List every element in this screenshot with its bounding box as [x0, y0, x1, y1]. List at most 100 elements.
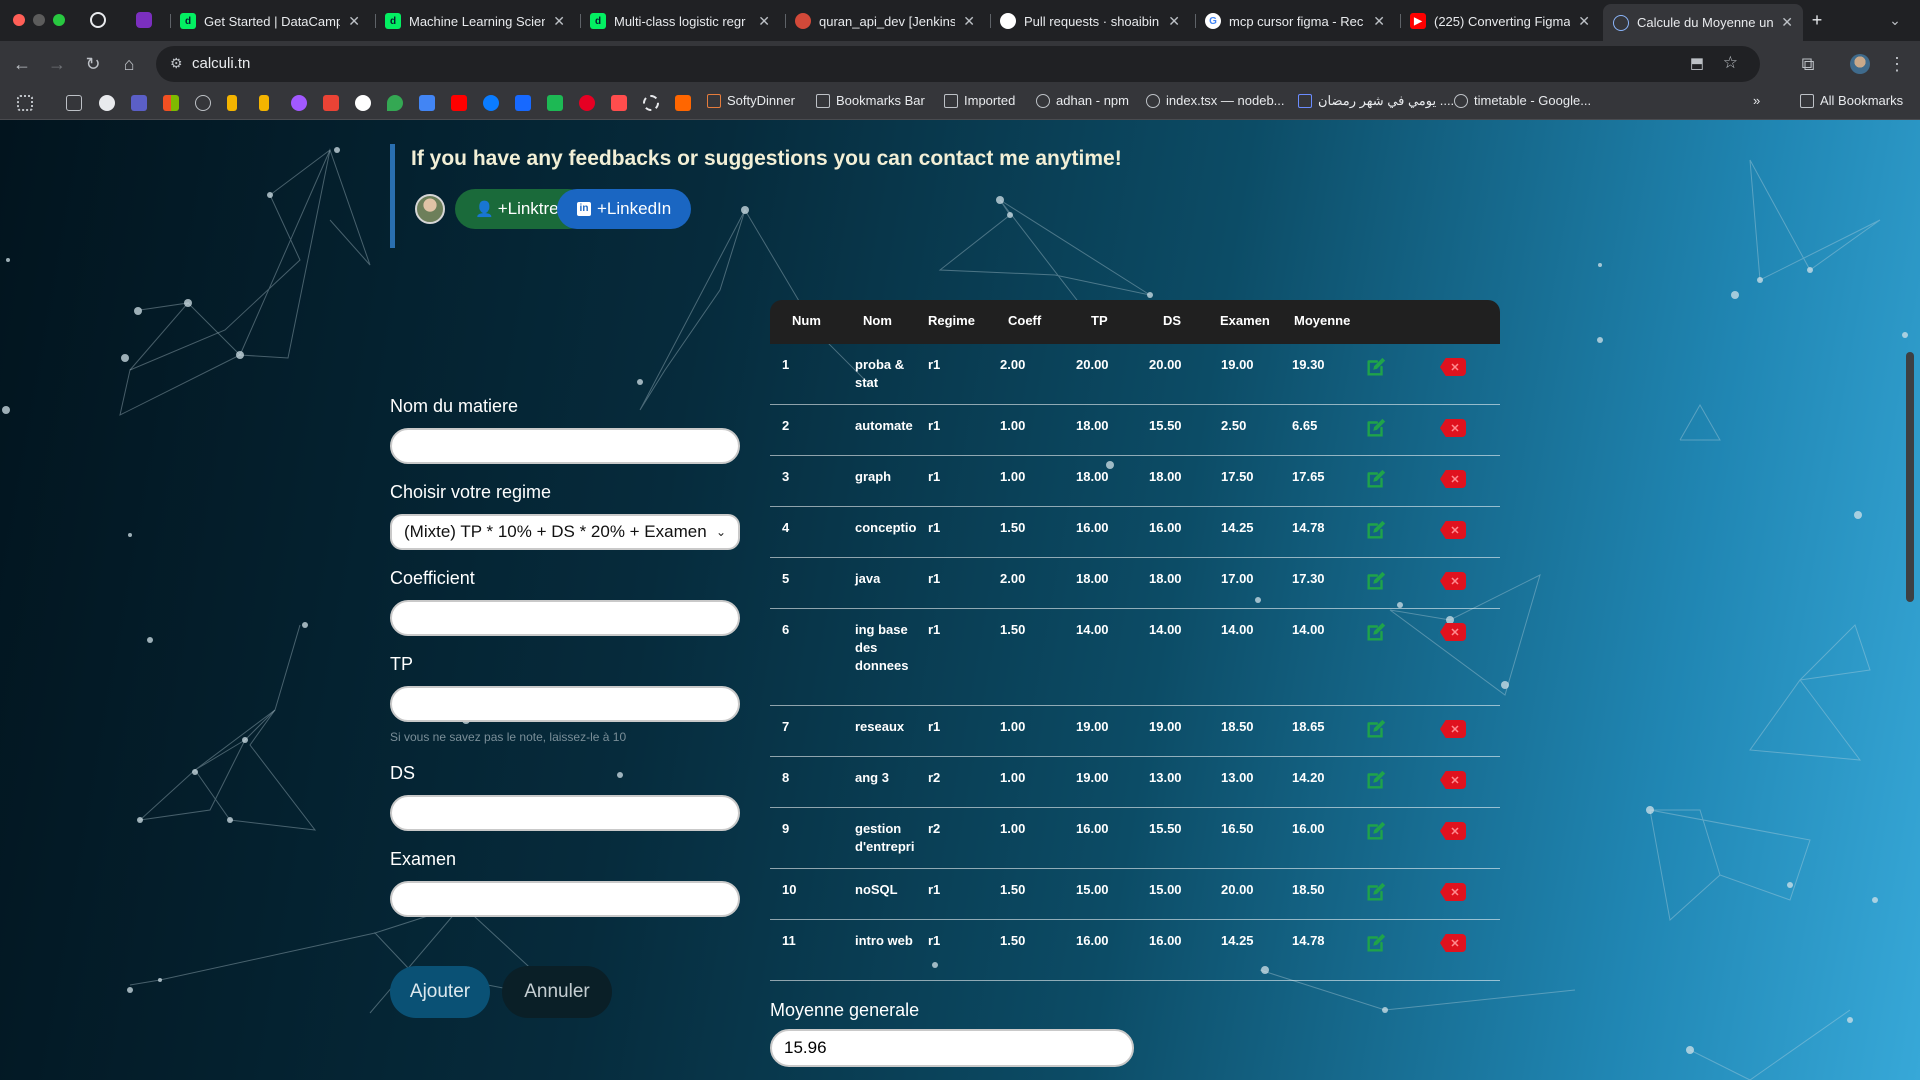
delete-icon[interactable]: ✕	[1440, 822, 1466, 840]
microsoft-icon[interactable]	[163, 95, 179, 111]
home-icon[interactable]: ⌂	[118, 53, 140, 75]
linkedin-button[interactable]: in +LinkedIn	[557, 189, 692, 229]
regime-select[interactable]: (Mixte) TP * 10% + DS * 20% + Examen * 7…	[390, 514, 740, 550]
delete-icon[interactable]: ✕	[1440, 470, 1466, 488]
tab-title: (225) Converting Figma	[1434, 13, 1571, 29]
edit-icon[interactable]	[1365, 519, 1387, 541]
delete-icon[interactable]: ✕	[1440, 358, 1466, 376]
bookmark-icon[interactable]	[547, 95, 563, 111]
install-app-icon[interactable]: ⬒	[1690, 54, 1704, 72]
close-tab-icon[interactable]: ✕	[348, 13, 360, 30]
maps-icon[interactable]	[387, 95, 403, 111]
edit-icon[interactable]	[1365, 718, 1387, 740]
table-row: 9 gestion d'entrepri r2 1.00 16.00 15.50 16.50…	[770, 808, 1500, 869]
pinned-tab-icon[interactable]	[136, 12, 152, 28]
edit-icon[interactable]	[1365, 769, 1387, 791]
behance-icon[interactable]	[515, 95, 531, 111]
ycombinator-icon[interactable]	[675, 95, 691, 111]
teams-icon[interactable]	[131, 95, 147, 111]
table-row: 3 graph r1 1.00 18.00 18.00 17.50 17.65 ✕	[770, 456, 1500, 507]
close-tab-icon[interactable]: ✕	[963, 13, 975, 30]
delete-icon[interactable]: ✕	[1440, 521, 1466, 539]
delete-icon[interactable]: ✕	[1440, 419, 1466, 437]
tp-input[interactable]	[390, 686, 740, 722]
translate-icon[interactable]	[419, 95, 435, 111]
delete-icon[interactable]: ✕	[1440, 720, 1466, 738]
folder-icon[interactable]	[66, 95, 82, 111]
edit-icon[interactable]	[1365, 417, 1387, 439]
close-tab-icon[interactable]: ✕	[1168, 13, 1180, 30]
browser-tab[interactable]: d Get Started | DataCamp ✕	[170, 6, 370, 36]
address-bar[interactable]: ⚙ calculi.tn ⬒ ☆	[156, 46, 1760, 82]
new-tab-button[interactable]: +	[1806, 9, 1828, 31]
edit-icon[interactable]	[1365, 570, 1387, 592]
bookmark-item[interactable]: adhan - npm	[1036, 93, 1129, 108]
delete-icon[interactable]: ✕	[1440, 934, 1466, 952]
tab-search-button[interactable]: ⌄	[1884, 9, 1906, 31]
back-icon[interactable]: ←	[11, 53, 33, 75]
browser-tab[interactable]: d Machine Learning Scien ✕	[375, 6, 575, 36]
google-icon[interactable]	[355, 95, 371, 111]
youtube-icon[interactable]	[451, 95, 467, 111]
browser-tab[interactable]: G mcp cursor figma - Rec ✕	[1195, 6, 1395, 36]
forward-icon[interactable]: →	[46, 53, 68, 75]
examen-input[interactable]	[390, 881, 740, 917]
ajouter-button[interactable]: Ajouter	[390, 966, 490, 1018]
more-bookmarks-icon[interactable]: »	[1753, 93, 1760, 108]
close-tab-icon[interactable]: ✕	[553, 13, 565, 30]
bookmark-item[interactable]: timetable - Google...	[1454, 93, 1591, 108]
reload-icon[interactable]: ↻	[82, 53, 104, 75]
close-tab-icon[interactable]: ✕	[758, 13, 770, 30]
delete-icon[interactable]: ✕	[1440, 623, 1466, 641]
gmail-icon[interactable]	[323, 95, 339, 111]
bookmark-folder[interactable]: Bookmarks Bar	[816, 93, 925, 108]
coefficient-input[interactable]	[390, 600, 740, 636]
delete-icon[interactable]: ✕	[1440, 883, 1466, 901]
browser-tab-active[interactable]: Calcule du Moyenne un ✕	[1603, 4, 1803, 41]
browser-tab[interactable]: ▶ (225) Converting Figma ✕	[1400, 6, 1600, 36]
bookmark-folder[interactable]: Imported	[944, 93, 1015, 108]
close-tab-icon[interactable]: ✕	[1781, 14, 1793, 31]
annuler-button[interactable]: Annuler	[502, 966, 612, 1018]
ds-input[interactable]	[390, 795, 740, 831]
nom-input[interactable]	[390, 428, 740, 464]
bookmark-icon[interactable]	[611, 95, 627, 111]
delete-icon[interactable]: ✕	[1440, 771, 1466, 789]
browser-tab[interactable]: d Multi-class logistic regr ✕	[580, 6, 780, 36]
bookmark-item[interactable]: index.tsx — nodeb...	[1146, 93, 1285, 108]
extensions-icon[interactable]: ⧉	[1797, 53, 1819, 75]
edit-icon[interactable]	[1365, 468, 1387, 490]
bookmark-softydinner[interactable]: SoftyDinner	[707, 93, 795, 108]
apps-grid-icon[interactable]	[17, 95, 33, 111]
globe-icon[interactable]	[195, 95, 211, 111]
github-icon[interactable]	[99, 95, 115, 111]
profile-avatar[interactable]	[1850, 54, 1870, 74]
browser-tab[interactable]: Pull requests · shoaibin ✕	[990, 6, 1190, 36]
edit-icon[interactable]	[1365, 820, 1387, 842]
site-info-icon[interactable]: ⚙	[170, 55, 183, 72]
close-window-button[interactable]	[13, 14, 25, 26]
bookmark-item[interactable]: يومي في شهر رمضان ....	[1298, 93, 1454, 109]
pinterest-icon[interactable]	[579, 95, 595, 111]
figma-icon[interactable]	[291, 95, 307, 111]
browser-menu-icon[interactable]: ⋮	[1886, 53, 1908, 75]
edit-icon[interactable]	[1365, 881, 1387, 903]
page-scrollbar-thumb[interactable]	[1906, 352, 1914, 602]
all-bookmarks[interactable]: All Bookmarks	[1800, 93, 1903, 108]
minimize-window-button[interactable]	[33, 14, 45, 26]
maximize-window-button[interactable]	[53, 14, 65, 26]
pinned-tab-icon[interactable]	[90, 12, 106, 28]
bookmark-icon[interactable]	[259, 95, 269, 111]
close-tab-icon[interactable]: ✕	[1373, 13, 1385, 30]
messenger-icon[interactable]	[483, 95, 499, 111]
edit-icon[interactable]	[1365, 356, 1387, 378]
edit-icon[interactable]	[1365, 932, 1387, 954]
bookmark-icon[interactable]	[227, 95, 237, 111]
close-tab-icon[interactable]: ✕	[1578, 13, 1590, 30]
edit-icon[interactable]	[1365, 621, 1387, 643]
browser-tab[interactable]: quran_api_dev [Jenkins ✕	[785, 6, 985, 36]
moyenne-generale-field[interactable]: 15.96	[770, 1029, 1134, 1067]
settings-icon[interactable]	[643, 95, 659, 111]
delete-icon[interactable]: ✕	[1440, 572, 1466, 590]
bookmark-star-icon[interactable]: ☆	[1723, 53, 1738, 73]
